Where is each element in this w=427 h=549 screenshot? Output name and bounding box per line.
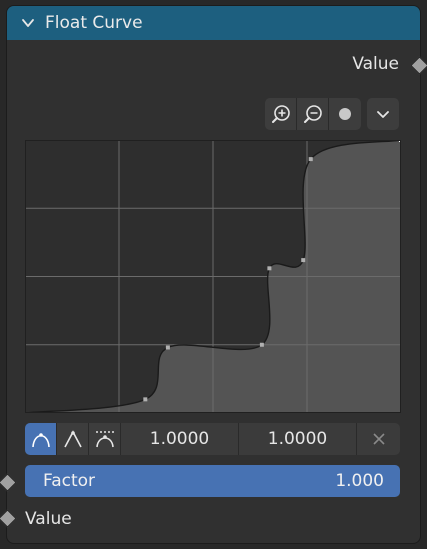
auto-handle-icon (31, 433, 50, 448)
vector-handle-icon (63, 430, 82, 448)
point-x-field[interactable]: 1.0000 (121, 423, 239, 455)
curve-control-point[interactable] (143, 397, 148, 402)
zoom-in-icon (271, 105, 290, 123)
delete-point-icon (372, 433, 385, 445)
curve-handle-toolbar: 1.0000 1.0000 (25, 423, 400, 455)
auto-clamped-handle-icon (95, 431, 114, 448)
point-y-field[interactable]: 1.0000 (239, 423, 357, 455)
curve-control-point[interactable] (308, 157, 313, 162)
zoom-in-button[interactable] (265, 98, 297, 130)
curve-control-point[interactable] (267, 266, 272, 271)
float-curve-node[interactable]: Float Curve Value 1.0000 1.0000 Factor 1… (6, 5, 421, 544)
factor-value: 1.000 (335, 471, 384, 491)
curve-control-point[interactable] (259, 342, 264, 347)
zoom-out-icon (303, 105, 322, 123)
auto-handle-button[interactable] (25, 423, 57, 455)
collapse-chevron-icon[interactable] (21, 16, 35, 30)
input-value-label: Value (25, 509, 72, 529)
delete-point-button[interactable] (357, 423, 400, 455)
curve-control-point[interactable] (165, 345, 170, 350)
chevron-down-icon (377, 111, 389, 118)
curve-view-buttons (265, 98, 361, 130)
factor-label: Factor (43, 471, 96, 491)
clipping-toggle-button[interactable] (329, 98, 361, 130)
curve-options-menu[interactable] (367, 98, 399, 130)
node-title: Float Curve (45, 13, 143, 33)
output-value-label: Value (352, 54, 399, 74)
auto-clamped-handle-button[interactable] (89, 423, 121, 455)
factor-slider[interactable]: Factor 1.000 (25, 465, 400, 497)
clipping-dot-icon (339, 108, 351, 120)
node-header[interactable]: Float Curve (7, 6, 420, 40)
vector-handle-button[interactable] (57, 423, 89, 455)
zoom-out-button[interactable] (297, 98, 329, 130)
curve-editor[interactable] (25, 140, 401, 413)
curve-control-point[interactable] (301, 258, 306, 263)
